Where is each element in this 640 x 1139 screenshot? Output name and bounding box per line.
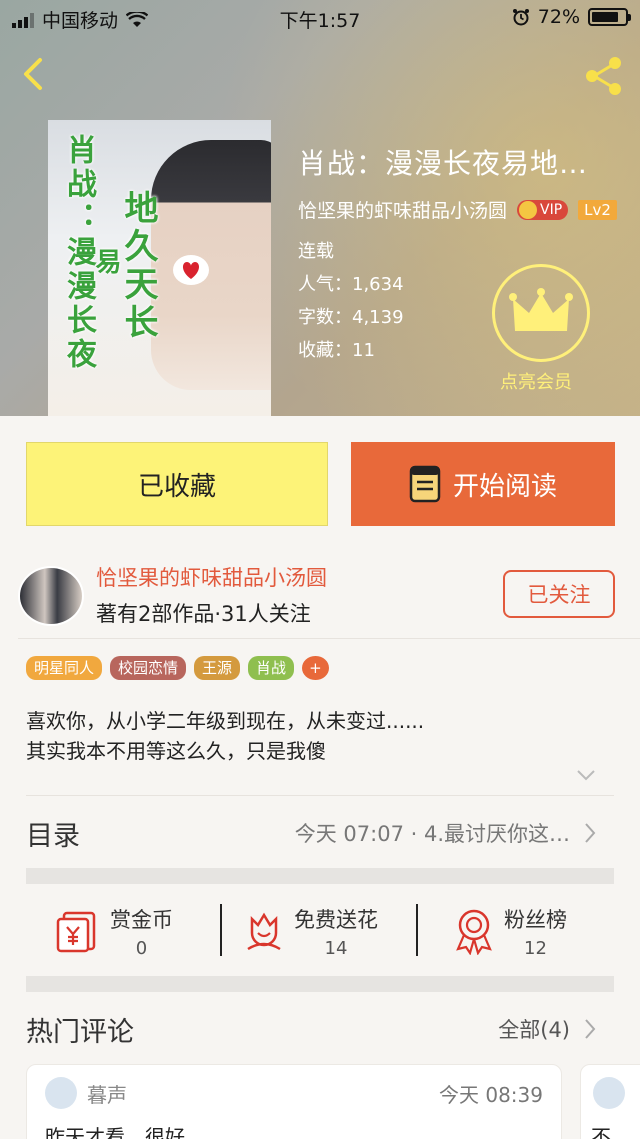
reward-coins-count: 0 bbox=[135, 937, 148, 959]
toc-latest-chapter[interactable]: 今天 07:07 · 4.最讨厌你这… bbox=[295, 818, 570, 848]
share-icon[interactable] bbox=[582, 54, 626, 98]
author-avatar[interactable] bbox=[18, 566, 84, 626]
red-envelope-yen-icon bbox=[56, 911, 96, 953]
flower-icon bbox=[247, 912, 281, 951]
ribbon-medal-icon bbox=[456, 909, 492, 955]
back-arrow-icon[interactable] bbox=[16, 56, 52, 92]
commenter-name: 暮声 bbox=[87, 1083, 127, 1107]
tag-item[interactable]: 肖战 bbox=[248, 656, 295, 680]
status-bar: 中国移动 下午1:57 72% bbox=[0, 0, 640, 36]
crown-icon bbox=[509, 288, 573, 331]
cover-title-small: 易 bbox=[91, 248, 121, 278]
divider bbox=[26, 795, 614, 796]
start-reading-label: 开始阅读 bbox=[452, 471, 557, 502]
vip-membership-label[interactable]: 点亮会员 bbox=[500, 368, 572, 394]
fan-ranking-count: 12 bbox=[524, 937, 547, 959]
book-icon bbox=[409, 465, 441, 503]
divider bbox=[416, 904, 418, 956]
author-summary: 著有2部作品·31人关注 bbox=[96, 602, 311, 626]
fan-ranking-label: 粉丝榜 bbox=[504, 907, 567, 932]
tag-item[interactable]: 明星同人 bbox=[26, 656, 103, 680]
book-description: 喜欢你，从小学二年级到现在，从未变过...... 其实我本不用等这么久，只是我傻 bbox=[26, 706, 424, 766]
author-name[interactable]: 恰坚果的虾味甜品小汤圆 bbox=[96, 562, 327, 592]
chevron-right-icon[interactable] bbox=[584, 1018, 596, 1040]
description-line: 喜欢你，从小学二年级到现在，从未变过...... bbox=[26, 709, 425, 733]
free-flowers-count: 14 bbox=[324, 937, 348, 959]
chevron-right-icon[interactable] bbox=[584, 822, 596, 844]
favorited-button[interactable]: 已收藏 bbox=[26, 442, 328, 526]
alarm-icon bbox=[512, 9, 529, 26]
crown-icon bbox=[519, 200, 538, 219]
vip-membership-button[interactable] bbox=[492, 264, 590, 362]
vip-badge: VIP bbox=[517, 199, 569, 220]
following-button[interactable]: 已关注 bbox=[503, 570, 615, 618]
free-flowers-label: 免费送花 bbox=[294, 907, 378, 932]
book-author[interactable]: 恰坚果的虾味甜品小汤圆 bbox=[298, 196, 507, 223]
action-row: 赏金币 0 免费送花 14 粉丝榜 12 bbox=[26, 886, 614, 976]
cover-portrait bbox=[151, 140, 271, 390]
comment-card[interactable]: 不 bbox=[580, 1064, 640, 1139]
commenter-avatar bbox=[593, 1077, 625, 1109]
battery-icon bbox=[588, 8, 631, 26]
comment-card[interactable]: 暮声 今天 08:39 昨天才看，很好 bbox=[26, 1064, 562, 1139]
reward-coins-label: 赏金币 bbox=[110, 907, 173, 932]
comment-time: 今天 08:39 bbox=[439, 1083, 543, 1107]
comment-text: 不 bbox=[591, 1125, 611, 1139]
serial-status: 连载 bbox=[298, 241, 334, 262]
divider bbox=[18, 638, 640, 639]
battery-percent: 72% bbox=[537, 6, 580, 28]
toc-title[interactable]: 目录 bbox=[26, 814, 80, 853]
start-reading-button[interactable]: 开始阅读 bbox=[351, 442, 615, 526]
tag-item[interactable]: 王源 bbox=[194, 656, 241, 680]
commenter-avatar bbox=[45, 1077, 77, 1109]
fan-ranking-button[interactable]: 粉丝榜 12 bbox=[452, 886, 567, 976]
book-title: 肖战：漫漫长夜易地… bbox=[298, 147, 589, 180]
add-tag-button[interactable]: + bbox=[302, 656, 329, 680]
all-comments-link[interactable]: 全部(4) bbox=[498, 1014, 570, 1044]
book-header: 中国移动 下午1:57 72% 肖战：漫漫长夜 地久天长 易 肖战：漫漫长夜易地… bbox=[0, 0, 640, 416]
hot-comments-title: 热门评论 bbox=[26, 1017, 134, 1048]
level-badge: Lv2 bbox=[578, 199, 617, 220]
tag-list: 明星同人 校园恋情 王源 肖战 + bbox=[26, 656, 329, 680]
heart-icon bbox=[173, 255, 209, 285]
tag-item[interactable]: 校园恋情 bbox=[110, 656, 187, 680]
free-flowers-button[interactable]: 免费送花 14 bbox=[244, 886, 378, 976]
description-line: 其实我本不用等这么久，只是我傻 bbox=[26, 739, 326, 763]
comment-text: 昨天才看，很好 bbox=[45, 1125, 185, 1139]
section-divider bbox=[26, 976, 614, 992]
divider bbox=[220, 904, 222, 956]
book-cover[interactable]: 肖战：漫漫长夜 地久天长 易 bbox=[48, 120, 271, 416]
section-divider bbox=[26, 868, 614, 884]
reward-coins-button[interactable]: 赏金币 0 bbox=[54, 886, 173, 976]
vip-label: VIP bbox=[540, 201, 563, 218]
chevron-down-icon[interactable] bbox=[576, 768, 596, 782]
